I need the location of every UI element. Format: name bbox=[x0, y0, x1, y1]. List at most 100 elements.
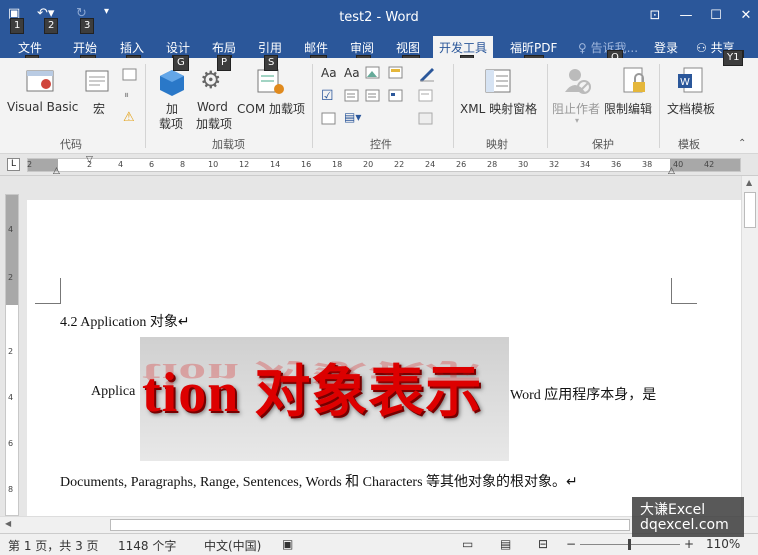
macro-security-icon[interactable]: ⚠ bbox=[123, 110, 135, 125]
combo-box-control-icon[interactable] bbox=[344, 89, 360, 103]
ribbon: Visual Basic 宏 ⏸ ⚠ 代码 加 载项 ⚙ Word 加载项 CO… bbox=[0, 58, 758, 154]
vertical-scroll-thumb[interactable] bbox=[744, 192, 756, 228]
tab-view[interactable]: 视图 bbox=[396, 39, 420, 56]
ruler-tick: 8 bbox=[180, 160, 186, 169]
collapse-ribbon-icon[interactable]: ⌃ bbox=[738, 138, 746, 149]
vruler-tick: 6 bbox=[8, 439, 14, 448]
addins-icon bbox=[160, 70, 184, 96]
word-count[interactable]: 1148 个字 bbox=[118, 537, 176, 554]
restrict-editing-icon bbox=[623, 67, 645, 93]
ruler-tick: 34 bbox=[580, 160, 591, 169]
ruler-tick: 30 bbox=[518, 160, 529, 169]
ruler-tick: 20 bbox=[363, 160, 374, 169]
horizontal-scroll-thumb[interactable] bbox=[110, 519, 630, 531]
zoom-out-icon[interactable]: − bbox=[566, 537, 576, 551]
zoom-slider-thumb[interactable] bbox=[628, 539, 631, 550]
language-indicator[interactable]: 中文(中国) bbox=[204, 537, 261, 554]
tab-references[interactable]: 引用 bbox=[258, 39, 282, 56]
tab-review[interactable]: 审阅 bbox=[350, 39, 374, 56]
tab-layout[interactable]: 布局 bbox=[212, 39, 236, 56]
vruler-tick: 2 bbox=[8, 347, 14, 356]
ruler-tick: 10 bbox=[208, 160, 219, 169]
block-authors-label: 阻止作者 bbox=[552, 102, 601, 116]
visual-basic-icon bbox=[26, 70, 54, 92]
crop-mark-right bbox=[671, 278, 697, 304]
plain-text-control-icon[interactable]: Aa bbox=[344, 66, 360, 80]
scroll-left-icon[interactable]: ◀ bbox=[5, 519, 11, 528]
ruler-tick: 14 bbox=[270, 160, 281, 169]
watermark-line1: 大谦Excel bbox=[640, 502, 706, 518]
read-mode-icon[interactable]: ▭ bbox=[462, 537, 473, 551]
tab-file[interactable]: 文件 bbox=[18, 39, 42, 56]
pause-recording-icon[interactable]: ⏸ bbox=[124, 90, 129, 101]
building-block-control-icon[interactable] bbox=[388, 66, 404, 80]
ribbon-display-icon[interactable]: ⊡ bbox=[645, 6, 665, 26]
vertical-scrollbar[interactable]: ▲ bbox=[741, 176, 758, 516]
date-picker-control-icon[interactable] bbox=[388, 89, 404, 103]
repeating-section-icon[interactable]: ▤▾ bbox=[344, 110, 361, 124]
first-line-indent-marker[interactable]: ▽ bbox=[86, 155, 93, 165]
ruler-tick: 18 bbox=[332, 160, 343, 169]
ruler-tick: 22 bbox=[394, 160, 405, 169]
tab-insert[interactable]: 插入 bbox=[120, 39, 144, 56]
restrict-editing-label: 限制编辑 bbox=[604, 102, 653, 116]
checkbox-control-icon[interactable]: ☑ bbox=[321, 88, 334, 104]
vruler-tick: 2 bbox=[8, 273, 14, 282]
legacy-tools-icon[interactable] bbox=[321, 112, 337, 126]
tab-selector-icon[interactable]: L bbox=[7, 158, 20, 171]
keytip-addins: G bbox=[173, 55, 189, 71]
keytip-com-addins: S bbox=[264, 55, 279, 71]
tab-mailings[interactable]: 邮件 bbox=[304, 39, 328, 56]
scroll-up-icon[interactable]: ▲ bbox=[746, 178, 752, 187]
doc-text-right[interactable]: Word 应用程序本身，是 bbox=[510, 384, 656, 404]
left-indent-marker[interactable]: △ bbox=[53, 166, 60, 176]
maximize-button[interactable]: ☐ bbox=[706, 6, 726, 26]
vruler-top-margin bbox=[6, 195, 18, 305]
ruler-tick: 32 bbox=[549, 160, 560, 169]
rich-text-control-icon[interactable]: Aa bbox=[321, 66, 337, 80]
close-button[interactable]: ✕ bbox=[736, 6, 756, 26]
print-layout-icon[interactable]: ▤ bbox=[500, 537, 511, 551]
ruler-tick: 4 bbox=[118, 160, 124, 169]
group-separator bbox=[659, 64, 660, 148]
doc-text-left[interactable]: Applica bbox=[91, 384, 135, 400]
group-label-addins: 加载项 bbox=[212, 138, 245, 151]
vruler-tick: 8 bbox=[8, 485, 14, 494]
xml-mapping-icon bbox=[485, 69, 511, 93]
minimize-button[interactable]: — bbox=[676, 6, 696, 26]
vertical-ruler[interactable]: 4 2 2 4 6 8 bbox=[5, 194, 19, 516]
macro-record-icon[interactable]: ▣ bbox=[282, 537, 293, 551]
vruler-tick: 4 bbox=[8, 225, 14, 234]
page-count[interactable]: 第 1 页，共 3 页 bbox=[8, 537, 99, 554]
picture-control-icon[interactable] bbox=[365, 66, 381, 80]
tab-home[interactable]: 开始 bbox=[73, 39, 97, 56]
crop-mark-left bbox=[35, 278, 61, 304]
properties-icon[interactable] bbox=[418, 89, 434, 103]
doc-paragraph[interactable]: Documents, Paragraphs, Range, Sentences,… bbox=[60, 471, 578, 491]
horizontal-ruler[interactable]: L 2 2 4 6 8 10 12 14 16 18 20 22 24 26 2… bbox=[0, 154, 758, 176]
group-label-controls: 控件 bbox=[370, 138, 392, 151]
title-bar: ▣ 1 ↶▾ 2 ↻ 3 ▾ test2 - Word ⊡ — ☐ ✕ bbox=[0, 0, 758, 36]
group-controls-icon[interactable] bbox=[418, 112, 434, 126]
watermark-line2: dqexcel.com bbox=[640, 517, 729, 533]
ruler-tick: 26 bbox=[456, 160, 467, 169]
record-macro-icon[interactable] bbox=[122, 68, 138, 82]
tab-design[interactable]: 设计 bbox=[166, 39, 190, 56]
group-label-templates: 模板 bbox=[678, 138, 700, 151]
zoom-in-icon[interactable]: + bbox=[684, 537, 694, 551]
right-indent-marker[interactable]: △ bbox=[668, 166, 675, 176]
tab-foxit-pdf[interactable]: 福昕PDF bbox=[510, 39, 557, 56]
zoom-level[interactable]: 110% bbox=[706, 537, 740, 551]
document-template-icon: W bbox=[678, 67, 703, 93]
ruler-tick: 42 bbox=[704, 160, 715, 169]
web-layout-icon[interactable]: ⊟ bbox=[538, 537, 548, 551]
doc-heading[interactable]: 4.2 Application 对象↵ bbox=[60, 311, 190, 331]
ruler-tick: 12 bbox=[239, 160, 250, 169]
design-mode-icon[interactable] bbox=[418, 66, 436, 82]
signin-link[interactable]: 登录 bbox=[654, 39, 678, 56]
keytip-y1: Y1 bbox=[723, 50, 744, 66]
block-authors-dropdown-icon[interactable]: ▾ bbox=[575, 116, 579, 125]
dropdown-list-control-icon[interactable] bbox=[365, 89, 381, 103]
addins-label-2: 载项 bbox=[159, 117, 184, 131]
ruler-tick: 6 bbox=[149, 160, 155, 169]
